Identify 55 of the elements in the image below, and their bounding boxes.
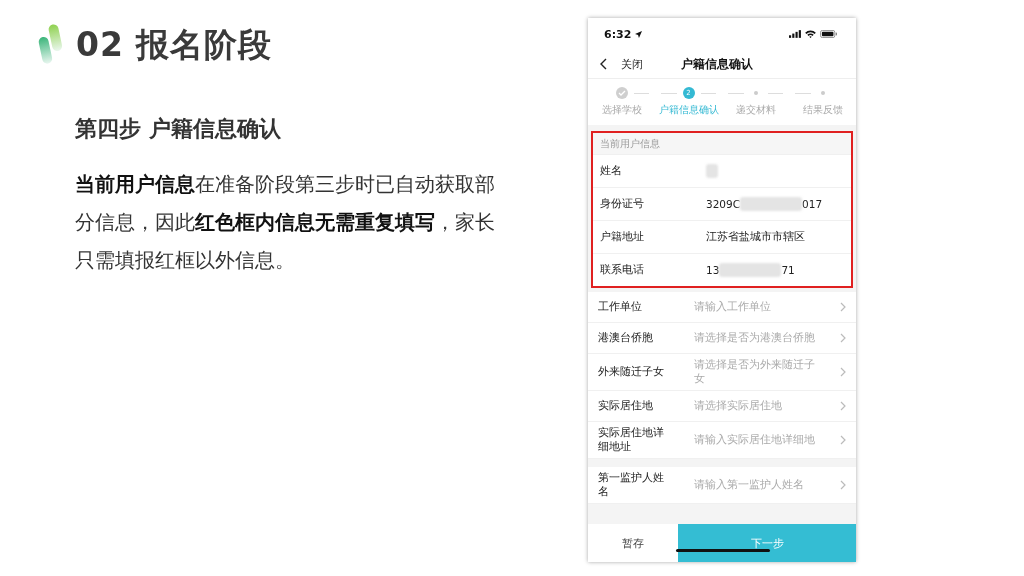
step-label: 户籍信息确认: [658, 103, 719, 117]
step-label: 选择学校: [601, 103, 642, 117]
field-label: 外来随迁子女: [598, 365, 664, 379]
step-dot: [753, 91, 758, 95]
location-icon: [635, 30, 643, 38]
step-heading: 第四步 户籍信息确认: [75, 115, 282, 143]
step-label: 结果反馈: [802, 103, 843, 117]
field-placeholder: 请输入第一监护人姓名: [694, 478, 805, 492]
form-row[interactable]: 外来随迁子女 请选择是否为外来随迁子女: [588, 354, 856, 391]
field-label: 户籍地址: [600, 230, 645, 244]
form-row[interactable]: 第一监护人姓名 请输入第一监护人姓名: [588, 467, 856, 504]
field-label: 实际居住地: [598, 399, 654, 413]
step-label: 递交材料: [735, 103, 776, 117]
redaction-blur: [740, 197, 803, 211]
back-chevron-icon: [600, 58, 607, 70]
battery-icon: [820, 30, 838, 38]
chevron-icon: [840, 480, 846, 490]
form-row[interactable]: 实际居住地 请选择实际居住地: [588, 391, 856, 422]
chevron-icon: [840, 435, 846, 445]
signal-icon: [789, 30, 801, 38]
check-icon: [615, 87, 628, 99]
field-value: 江苏省盐城市市辖区: [706, 230, 805, 244]
slide-title: 02 报名阶段: [76, 23, 273, 66]
field-value: 017: [802, 198, 823, 210]
field-value: 71: [781, 264, 795, 276]
wifi-icon: [805, 30, 816, 38]
section-header: 当前用户信息: [593, 133, 851, 154]
field-label: 联系电话: [600, 263, 645, 277]
form-row[interactable]: 工作单位 请输入工作单位: [588, 292, 856, 323]
field-label: 姓名: [600, 164, 623, 178]
field-label: 港澳台侨胞: [598, 331, 654, 345]
close-link[interactable]: 关闭: [621, 56, 643, 72]
field-label: 身份证号: [600, 197, 645, 211]
field-placeholder: 请选择实际居住地: [694, 399, 783, 413]
field-placeholder: 请选择是否为外来随迁子女: [694, 358, 816, 386]
form-row[interactable]: 港澳台侨胞 请选择是否为港澳台侨胞: [588, 323, 856, 354]
status-time: 6:32: [604, 27, 632, 41]
chevron-icon: [840, 367, 846, 377]
field-label: 第一监护人姓名: [598, 471, 664, 499]
field-value: 13: [706, 264, 720, 276]
field-placeholder: 请输入工作单位: [694, 300, 772, 314]
field-value: 3209C: [706, 198, 741, 210]
description-text: 当前用户信息在准备阶段第三步时已自动获取部分信息，因此红色框内信息无需重复填写，家长只需填报红框以外信息。: [75, 172, 495, 274]
redaction-blur: [719, 263, 782, 277]
screen-title: 户籍信息确认: [681, 56, 753, 72]
chevron-icon: [840, 333, 846, 343]
field-label: 工作单位: [598, 300, 643, 314]
field-label: 实际居住地详细地址: [598, 426, 664, 454]
field-placeholder: 请输入实际居住地详细地: [694, 433, 816, 447]
redaction-blur: [706, 164, 718, 178]
form-row[interactable]: 实际居住地详细地址 请输入实际居住地详细地: [588, 422, 856, 459]
step-dot: [820, 91, 825, 95]
chevron-icon: [840, 302, 846, 312]
chevron-icon: [840, 401, 846, 411]
field-placeholder: 请选择是否为港澳台侨胞: [694, 331, 816, 345]
